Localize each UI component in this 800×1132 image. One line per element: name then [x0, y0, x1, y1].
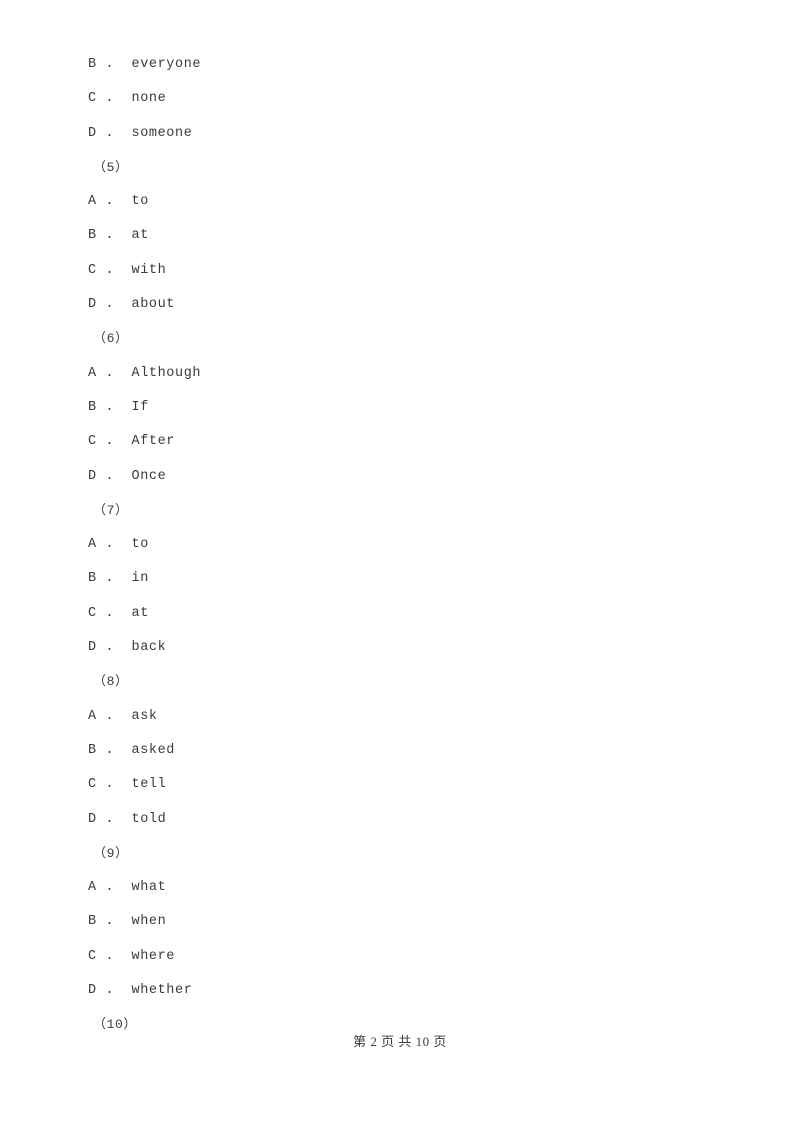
answer-option: D . told [88, 811, 167, 827]
question-number: （5） [93, 159, 129, 175]
answer-option: A . to [88, 194, 149, 210]
answer-option: A . to [88, 537, 149, 553]
answer-option: B . when [88, 914, 167, 930]
answer-option: D . someone [88, 125, 193, 141]
page-footer: 第 2 页 共 10 页 [353, 1034, 447, 1049]
question-number: （6） [93, 331, 129, 347]
question-number: （7） [93, 502, 129, 518]
answer-option: C . at [88, 605, 149, 621]
answer-option: D . about [88, 297, 176, 313]
answer-option: C . After [88, 434, 176, 450]
answer-option: D . whether [88, 983, 193, 999]
answer-option: B . asked [88, 742, 176, 758]
answer-option: A . Although [88, 365, 202, 381]
answer-option: D . back [88, 640, 167, 656]
document-page: B . everyone C . none D . someone （5） A . to… [0, 0, 800, 1132]
answer-option: C . with [88, 262, 167, 278]
question-number: （8） [93, 674, 129, 690]
answer-option: C . where [88, 948, 176, 964]
answer-option: B . in [88, 571, 149, 587]
answer-option: A . ask [88, 708, 158, 724]
answer-option: C . none [88, 91, 167, 107]
question-number: （9） [93, 845, 129, 861]
answer-option: C . tell [88, 777, 167, 793]
question-options-list: B . everyone C . none D . someone （5） A . to… [88, 48, 708, 1043]
answer-option: B . everyone [88, 57, 202, 72]
answer-option: B . at [88, 228, 149, 244]
answer-option: A . what [88, 880, 167, 896]
answer-option: D . Once [88, 468, 167, 484]
answer-option: B . If [88, 399, 149, 415]
